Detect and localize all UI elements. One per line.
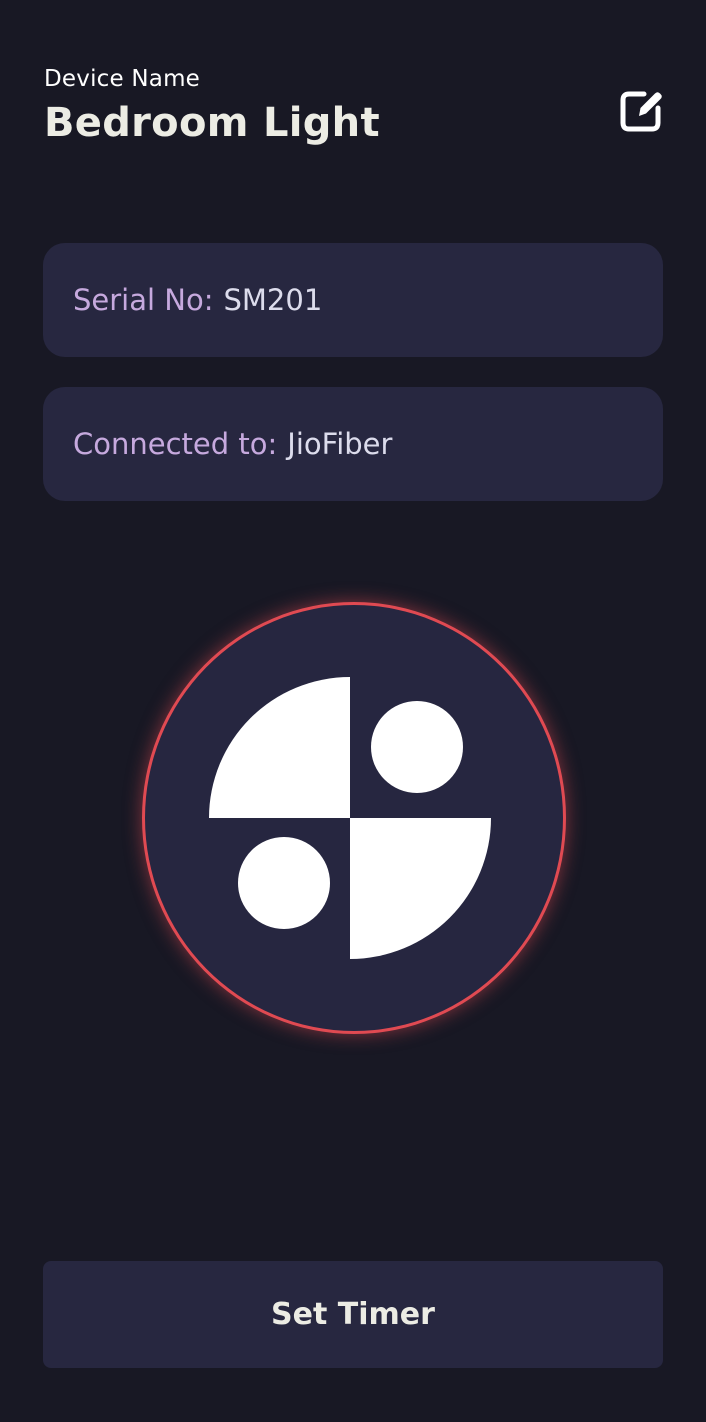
serial-number-card: Serial No: SM201 bbox=[43, 243, 663, 357]
device-name-label: Device Name bbox=[44, 66, 201, 92]
device-header: Device Name Bedroom Light bbox=[44, 66, 666, 156]
set-timer-button[interactable]: Set Timer bbox=[43, 1261, 663, 1368]
connection-card: Connected to: JioFiber bbox=[43, 387, 663, 501]
device-logo-icon bbox=[209, 677, 491, 959]
connection-label: Connected to: bbox=[73, 427, 278, 461]
serial-number-label: Serial No: bbox=[73, 283, 214, 317]
edit-button[interactable] bbox=[618, 86, 666, 134]
power-toggle-button[interactable] bbox=[142, 602, 566, 1034]
edit-icon bbox=[620, 91, 662, 132]
connection-value: JioFiber bbox=[287, 427, 393, 461]
device-title: Bedroom Light bbox=[44, 100, 380, 146]
serial-number-value: SM201 bbox=[223, 283, 323, 317]
